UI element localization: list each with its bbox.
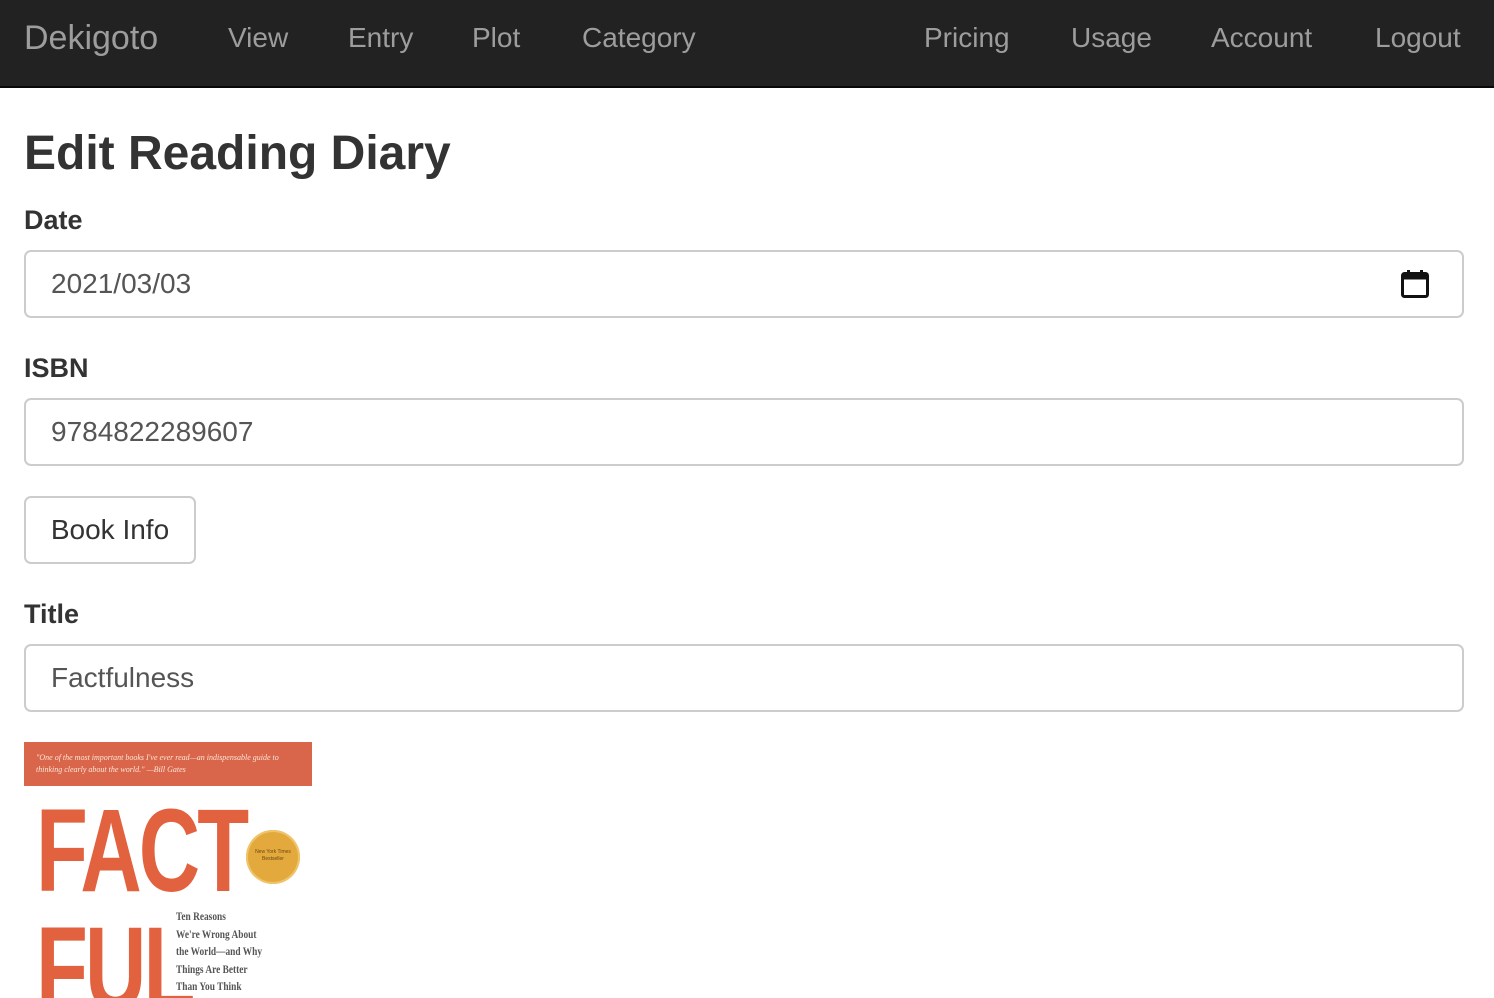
nav-link-category[interactable]: Category <box>582 21 696 55</box>
nav-link-pricing[interactable]: Pricing <box>924 21 1010 55</box>
seal-text: New York Times Bestseller <box>255 849 291 862</box>
date-value: 2021/03/03 <box>51 268 192 299</box>
calendar-icon[interactable] <box>1400 269 1430 299</box>
top-navbar: Dekigoto View Entry Plot Category Pricin… <box>0 0 1494 88</box>
nav-link-plot[interactable]: Plot <box>472 21 520 55</box>
page-title: Edit Reading Diary <box>24 127 451 180</box>
date-input[interactable]: 2021/03/03 <box>24 250 1464 318</box>
cover-quote: "One of the most important books I've ev… <box>36 753 279 774</box>
title-label: Title <box>24 599 80 629</box>
nav-link-entry[interactable]: Entry <box>348 21 413 55</box>
nav-link-account[interactable]: Account <box>1211 21 1312 55</box>
title-input[interactable]: Factfulness <box>24 644 1464 712</box>
date-label: Date <box>24 205 83 235</box>
book-info-button[interactable]: Book Info <box>24 496 196 564</box>
title-value: Factfulness <box>51 662 195 693</box>
isbn-value: 9784822289607 <box>51 416 254 447</box>
nav-link-view[interactable]: View <box>228 21 288 55</box>
book-cover-image: "One of the most important books I've ev… <box>24 742 312 998</box>
bestseller-seal: New York Times Bestseller <box>246 830 300 884</box>
brand-link[interactable]: Dekigoto <box>24 19 158 57</box>
cover-title-line2: FUL <box>36 903 195 998</box>
cover-title-line1: FACT <box>36 785 249 917</box>
nav-link-logout[interactable]: Logout <box>1375 21 1461 55</box>
cover-top-band: "One of the most important books I've ev… <box>24 742 312 786</box>
isbn-label: ISBN <box>24 353 89 383</box>
cover-subtitle: Ten Reasons We're Wrong About the World—… <box>176 909 263 993</box>
nav-link-usage[interactable]: Usage <box>1071 21 1152 55</box>
isbn-input[interactable]: 9784822289607 <box>24 398 1464 466</box>
